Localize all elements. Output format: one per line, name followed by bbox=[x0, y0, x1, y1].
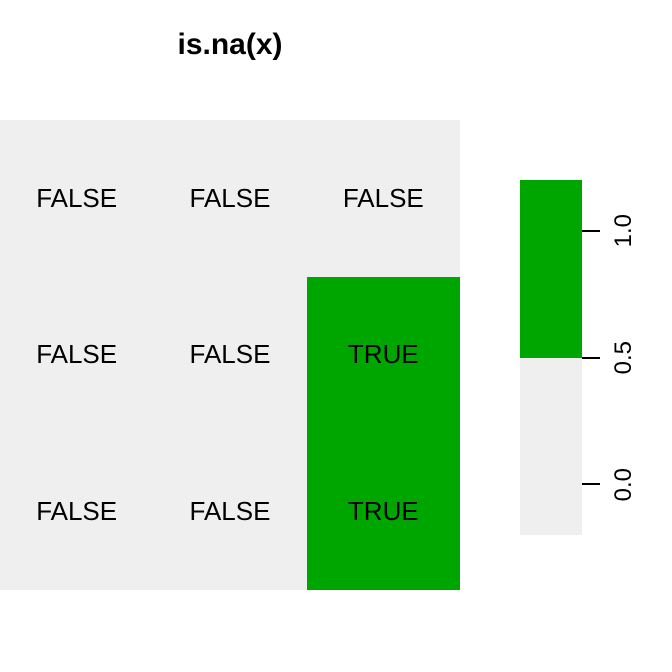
legend-tick-label: 1.0 bbox=[610, 214, 638, 247]
heatmap-cell: TRUE bbox=[307, 433, 460, 590]
heatmap-cell: FALSE bbox=[0, 433, 153, 590]
heatmap-cell: FALSE bbox=[0, 120, 153, 277]
color-legend bbox=[520, 180, 582, 535]
heatmap-cell: FALSE bbox=[0, 277, 153, 434]
heatmap-cell: FALSE bbox=[153, 277, 306, 434]
chart-title: is.na(x) bbox=[0, 28, 460, 62]
heatmap-grid: FALSE FALSE FALSE FALSE FALSE TRUE FALSE… bbox=[0, 120, 460, 590]
legend-tick-label: 0.0 bbox=[610, 468, 638, 501]
heatmap-cell: TRUE bbox=[307, 277, 460, 434]
legend-bar bbox=[520, 180, 582, 535]
legend-low-color bbox=[520, 358, 582, 536]
legend-tick-label: 0.5 bbox=[610, 341, 638, 374]
tick-mark-icon bbox=[582, 483, 600, 485]
legend-axis: 1.0 0.5 0.0 bbox=[582, 180, 672, 535]
tick-mark-icon bbox=[582, 357, 600, 359]
heatmap-cell: FALSE bbox=[153, 120, 306, 277]
heatmap-cell: FALSE bbox=[307, 120, 460, 277]
legend-high-color bbox=[520, 180, 582, 358]
tick-mark-icon bbox=[582, 230, 600, 232]
heatmap-cell: FALSE bbox=[153, 433, 306, 590]
